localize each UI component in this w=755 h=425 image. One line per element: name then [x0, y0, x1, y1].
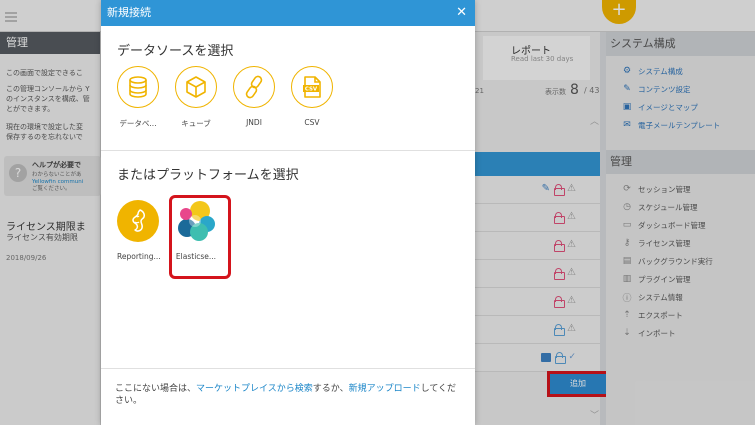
new-connection-dialog: 新規接続 ✕ データソースを選択 データベ... キューブ JNDI CSV C… — [101, 0, 475, 425]
datasource-label: CSV — [304, 118, 320, 127]
datasource-label: JNDI — [246, 118, 262, 127]
footer-text: ここにない場合は、マーケットプレイスから検索するか、新規アップロードしてください… — [115, 384, 457, 406]
platform-reporting[interactable]: Reporting... — [117, 200, 161, 261]
csv-file-icon: CSV — [303, 76, 321, 98]
dialog-titlebar: 新規接続 ✕ — [101, 0, 475, 26]
jndi-link-icon — [245, 75, 263, 99]
section-divider — [101, 150, 475, 151]
datasource-label: キューブ — [181, 119, 211, 128]
dialog-title: 新規接続 — [107, 6, 151, 19]
datasource-list: データベ... キューブ JNDI CSV CSV — [117, 66, 333, 129]
platform-label: Reporting... — [117, 252, 161, 261]
reporting-icon — [132, 209, 145, 232]
selection-highlight — [169, 195, 231, 279]
datasource-jndi[interactable]: JNDI — [233, 66, 275, 129]
datasource-csv[interactable]: CSV CSV — [291, 66, 333, 129]
database-icon — [129, 76, 147, 98]
datasource-label: データベ... — [119, 119, 157, 128]
platform-heading: またはプラットフォームを選択 — [117, 168, 299, 183]
datasource-database[interactable]: データベ... — [117, 66, 159, 129]
new-upload-link[interactable]: 新規アップロード — [349, 384, 421, 394]
datasource-cube[interactable]: キューブ — [175, 66, 217, 129]
marketplace-search-link[interactable]: マーケットプレイスから検索 — [196, 384, 313, 394]
cube-icon — [186, 76, 206, 98]
datasource-heading: データソースを選択 — [117, 44, 234, 59]
close-icon[interactable]: ✕ — [456, 0, 467, 26]
dialog-footer: ここにない場合は、マーケットプレイスから検索するか、新規アップロードしてください… — [101, 368, 475, 425]
svg-text:CSV: CSV — [305, 87, 318, 93]
